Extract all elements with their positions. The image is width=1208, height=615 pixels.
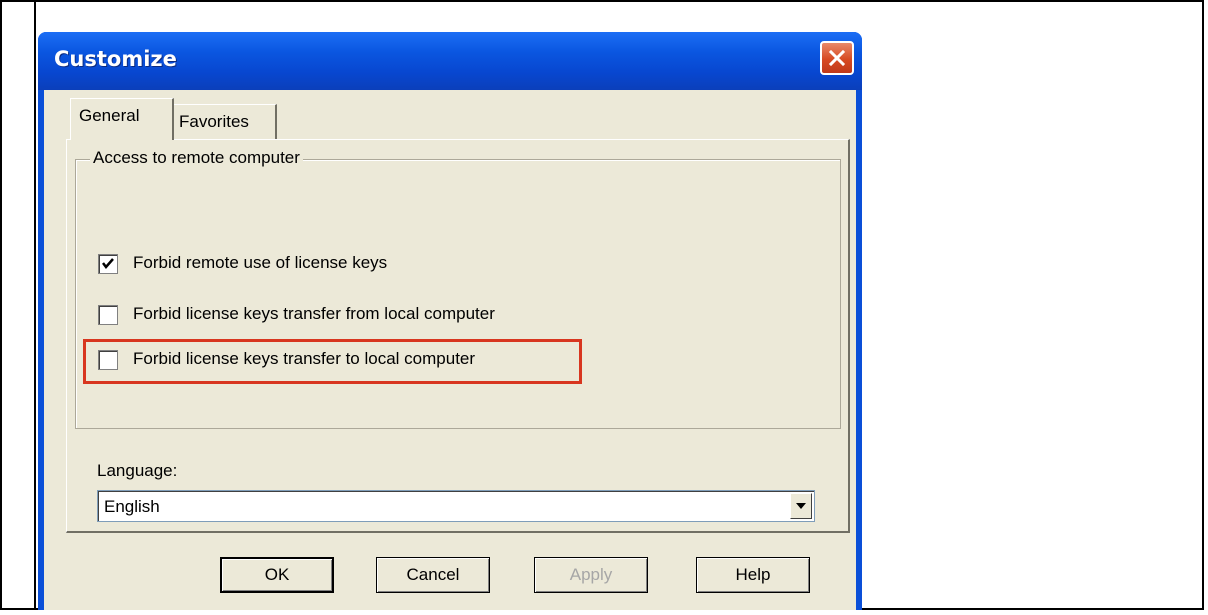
checkbox-box[interactable] <box>98 350 118 370</box>
dialog-client-area: General Favorites Access to remote compu… <box>44 90 856 610</box>
close-button[interactable] <box>820 41 854 75</box>
title-bar[interactable]: Customize <box>38 32 862 90</box>
dialog-title: Customize <box>54 47 177 71</box>
group-legend: Access to remote computer <box>90 148 303 168</box>
checkbox-label: Forbid remote use of license keys <box>133 253 388 272</box>
tab-general[interactable]: General <box>70 98 174 140</box>
language-label: Language: <box>97 461 178 480</box>
checkbox-box[interactable] <box>98 305 118 325</box>
cancel-button[interactable]: Cancel <box>376 557 490 593</box>
language-select[interactable]: English <box>97 490 815 522</box>
help-button[interactable]: Help <box>696 557 810 593</box>
tab-favorites[interactable]: Favorites <box>170 104 277 141</box>
remote-access-group: Access to remote computer Forbid remote … <box>75 148 841 429</box>
customize-dialog: Customize General Favorites Access to re… <box>38 32 862 610</box>
checkbox-label: Forbid license keys transfer from local … <box>133 304 495 323</box>
checkbox-label: Forbid license keys transfer to local co… <box>133 349 476 368</box>
tab-favorites-label: Favorites <box>179 112 249 131</box>
language-select-value: English <box>104 497 160 516</box>
general-tab-panel: Access to remote computer Forbid remote … <box>66 139 850 533</box>
dropdown-button[interactable] <box>790 493 812 519</box>
apply-button[interactable]: Apply <box>534 557 648 593</box>
checkbox-box[interactable] <box>98 254 118 274</box>
ok-button[interactable]: OK <box>220 557 334 593</box>
checkmark-icon <box>102 258 114 269</box>
tab-general-label: General <box>79 106 140 125</box>
document-divider <box>34 0 36 610</box>
chevron-down-icon <box>796 503 806 509</box>
close-icon <box>828 49 846 67</box>
